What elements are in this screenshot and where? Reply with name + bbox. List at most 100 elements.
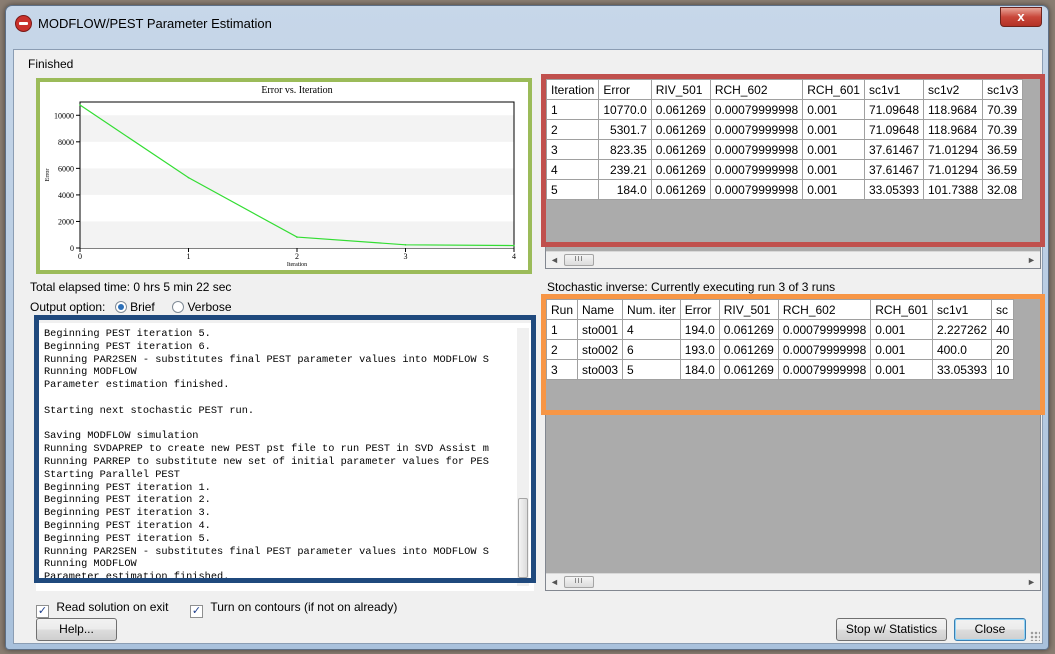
iteration-table-cell[interactable]: 37.61467 xyxy=(863,159,925,180)
iteration-table-cell[interactable]: 101.7388 xyxy=(922,179,984,200)
runs-table-cell[interactable]: 0.001 xyxy=(870,339,933,360)
resize-grip-icon[interactable] xyxy=(1030,631,1040,641)
stop-with-statistics-button[interactable]: Stop w/ Statistics xyxy=(836,618,947,641)
contours-checkbox[interactable]: ✓ xyxy=(190,605,203,618)
log-scroll-thumb[interactable] xyxy=(518,498,528,578)
iteration-table-row[interactable]: 1 10770.0 0.061269 0.00079999998 0.001 71.096… xyxy=(546,99,1024,120)
iteration-table-column-header[interactable]: sc1v2 xyxy=(922,79,984,100)
iteration-table-cell[interactable]: 5 xyxy=(546,179,600,200)
runs-table-cell[interactable]: 40 xyxy=(991,319,1015,340)
runs-table-cell[interactable]: 193.0 xyxy=(679,339,720,360)
iteration-table-cell[interactable]: 37.61467 xyxy=(863,139,925,160)
runs-table-cell[interactable]: 0.061269 xyxy=(718,359,779,380)
scroll-right-arrow-icon[interactable]: ► xyxy=(1023,574,1040,590)
scroll-thumb[interactable]: III xyxy=(564,576,594,588)
runs-table-cell[interactable]: 194.0 xyxy=(679,319,720,340)
runs-table-cell[interactable]: 2 xyxy=(546,339,579,360)
runs-table-column-header[interactable]: sc1v1 xyxy=(931,299,993,320)
iteration-table-cell[interactable]: 0.00079999998 xyxy=(709,159,804,180)
iteration-table-cell[interactable]: 5301.7 xyxy=(598,119,652,140)
output-log-textbox[interactable]: Beginning PEST iteration 5. Beginning PE… xyxy=(36,323,534,591)
iteration-table-cell[interactable]: 33.05393 xyxy=(863,179,925,200)
runs-table-cell[interactable]: 0.00079999998 xyxy=(777,339,872,360)
runs-table-column-header[interactable]: sc xyxy=(991,299,1015,320)
iteration-table-cell[interactable]: 184.0 xyxy=(598,179,652,200)
runs-table-column-header[interactable]: Name xyxy=(577,299,624,320)
runs-table-cell[interactable]: 6 xyxy=(622,339,681,360)
verbose-radio-label[interactable]: Verbose xyxy=(187,300,231,314)
read-solution-option[interactable]: ✓ Read solution on exit xyxy=(36,600,168,618)
scroll-right-arrow-icon[interactable]: ► xyxy=(1023,252,1040,268)
iteration-table-cell[interactable]: 0.001 xyxy=(802,119,865,140)
iteration-table-cell[interactable]: 118.9684 xyxy=(922,99,984,120)
runs-table-cell[interactable]: 33.05393 xyxy=(931,359,993,380)
runs-table-cell[interactable]: 0.001 xyxy=(870,319,933,340)
iteration-table-cell[interactable]: 239.21 xyxy=(598,159,652,180)
runs-table-row[interactable]: 2 sto002 6 193.0 0.061269 0.00079999998 0.001 4… xyxy=(546,339,1015,360)
iteration-table-column-header[interactable]: sc1v1 xyxy=(863,79,925,100)
iteration-table-cell[interactable]: 71.01294 xyxy=(922,139,984,160)
iteration-table-column-header[interactable]: sc1v3 xyxy=(982,79,1024,100)
runs-table-cell[interactable]: 0.00079999998 xyxy=(777,359,872,380)
iteration-table-column-header[interactable]: RIV_501 xyxy=(650,79,711,100)
iteration-table-cell[interactable]: 0.061269 xyxy=(650,139,711,160)
runs-table-column-header[interactable]: RCH_602 xyxy=(777,299,872,320)
iteration-table-cell[interactable]: 1 xyxy=(546,99,600,120)
iteration-table-cell[interactable]: 70.39 xyxy=(982,119,1024,140)
iteration-table-cell[interactable]: 0.061269 xyxy=(650,99,711,120)
log-vscrollbar[interactable] xyxy=(517,328,529,586)
iteration-table-cell[interactable]: 0.001 xyxy=(802,179,865,200)
runs-table-cell[interactable]: sto001 xyxy=(577,319,624,340)
title-bar[interactable]: MODFLOW/PEST Parameter Estimation x xyxy=(6,6,1048,42)
iteration-table-cell[interactable]: 0.061269 xyxy=(650,179,711,200)
iteration-table-column-header[interactable]: RCH_602 xyxy=(709,79,804,100)
iteration-table-cell[interactable]: 0.00079999998 xyxy=(709,139,804,160)
iteration-table-column-header[interactable]: Iteration xyxy=(546,79,600,100)
iteration-table-cell[interactable]: 0.001 xyxy=(802,139,865,160)
iteration-table-cell[interactable]: 71.09648 xyxy=(863,119,925,140)
iteration-table-cell[interactable]: 10770.0 xyxy=(598,99,652,120)
contours-label[interactable]: Turn on contours (if not on already) xyxy=(210,600,397,614)
iteration-table-cell[interactable]: 4 xyxy=(546,159,600,180)
iteration-table-hscrollbar[interactable]: ◄ III ► xyxy=(546,251,1040,268)
runs-table-cell[interactable]: 0.061269 xyxy=(718,319,779,340)
runs-table-cell[interactable]: sto003 xyxy=(577,359,624,380)
iteration-table-cell[interactable]: 36.59 xyxy=(982,159,1024,180)
iteration-table-cell[interactable]: 0.00079999998 xyxy=(709,119,804,140)
runs-table-row[interactable]: 3 sto003 5 184.0 0.061269 0.00079999998 0.001 3… xyxy=(546,359,1015,380)
read-solution-checkbox[interactable]: ✓ xyxy=(36,605,49,618)
iteration-table-cell[interactable]: 2 xyxy=(546,119,600,140)
iteration-table-cell[interactable]: 32.08 xyxy=(982,179,1024,200)
brief-radio-label[interactable]: Brief xyxy=(130,300,155,314)
runs-table-column-header[interactable]: Num. iter xyxy=(622,299,681,320)
iteration-table-cell[interactable]: 0.00079999998 xyxy=(709,179,804,200)
iteration-table-row[interactable]: 5 184.0 0.061269 0.00079999998 0.001 33.05393… xyxy=(546,179,1024,200)
iteration-table-cell[interactable]: 3 xyxy=(546,139,600,160)
iteration-table-cell[interactable]: 118.9684 xyxy=(922,119,984,140)
runs-table-column-header[interactable]: RIV_501 xyxy=(718,299,779,320)
runs-table-cell[interactable]: 20 xyxy=(991,339,1015,360)
iteration-table-cell[interactable]: 0.001 xyxy=(802,159,865,180)
runs-table-cell[interactable]: 0.00079999998 xyxy=(777,319,872,340)
iteration-table-cell[interactable]: 0.061269 xyxy=(650,119,711,140)
window-close-button[interactable]: x xyxy=(1000,7,1042,27)
brief-radio[interactable] xyxy=(114,301,127,313)
runs-table-cell[interactable]: 2.227262 xyxy=(931,319,993,340)
runs-table-cell[interactable]: 184.0 xyxy=(679,359,720,380)
iteration-table-column-header[interactable]: RCH_601 xyxy=(802,79,865,100)
runs-table-cell[interactable]: sto002 xyxy=(577,339,624,360)
contours-option[interactable]: ✓ Turn on contours (if not on already) xyxy=(190,600,397,618)
runs-table-column-header[interactable]: RCH_601 xyxy=(870,299,933,320)
runs-table-cell[interactable]: 0.001 xyxy=(870,359,933,380)
iteration-table-cell[interactable]: 71.01294 xyxy=(922,159,984,180)
read-solution-label[interactable]: Read solution on exit xyxy=(56,600,168,614)
help-button[interactable]: Help... xyxy=(36,618,117,641)
runs-table-cell[interactable]: 4 xyxy=(622,319,681,340)
runs-table-cell[interactable]: 1 xyxy=(546,319,579,340)
runs-table-column-header[interactable]: Error xyxy=(679,299,720,320)
iteration-table-row[interactable]: 3 823.35 0.061269 0.00079999998 0.001 37.6146… xyxy=(546,139,1024,160)
iteration-table-cell[interactable]: 0.001 xyxy=(802,99,865,120)
runs-table-cell[interactable]: 0.061269 xyxy=(718,339,779,360)
close-button[interactable]: Close xyxy=(954,618,1026,641)
runs-table-row[interactable]: 1 sto001 4 194.0 0.061269 0.00079999998 0.001 2… xyxy=(546,319,1015,340)
